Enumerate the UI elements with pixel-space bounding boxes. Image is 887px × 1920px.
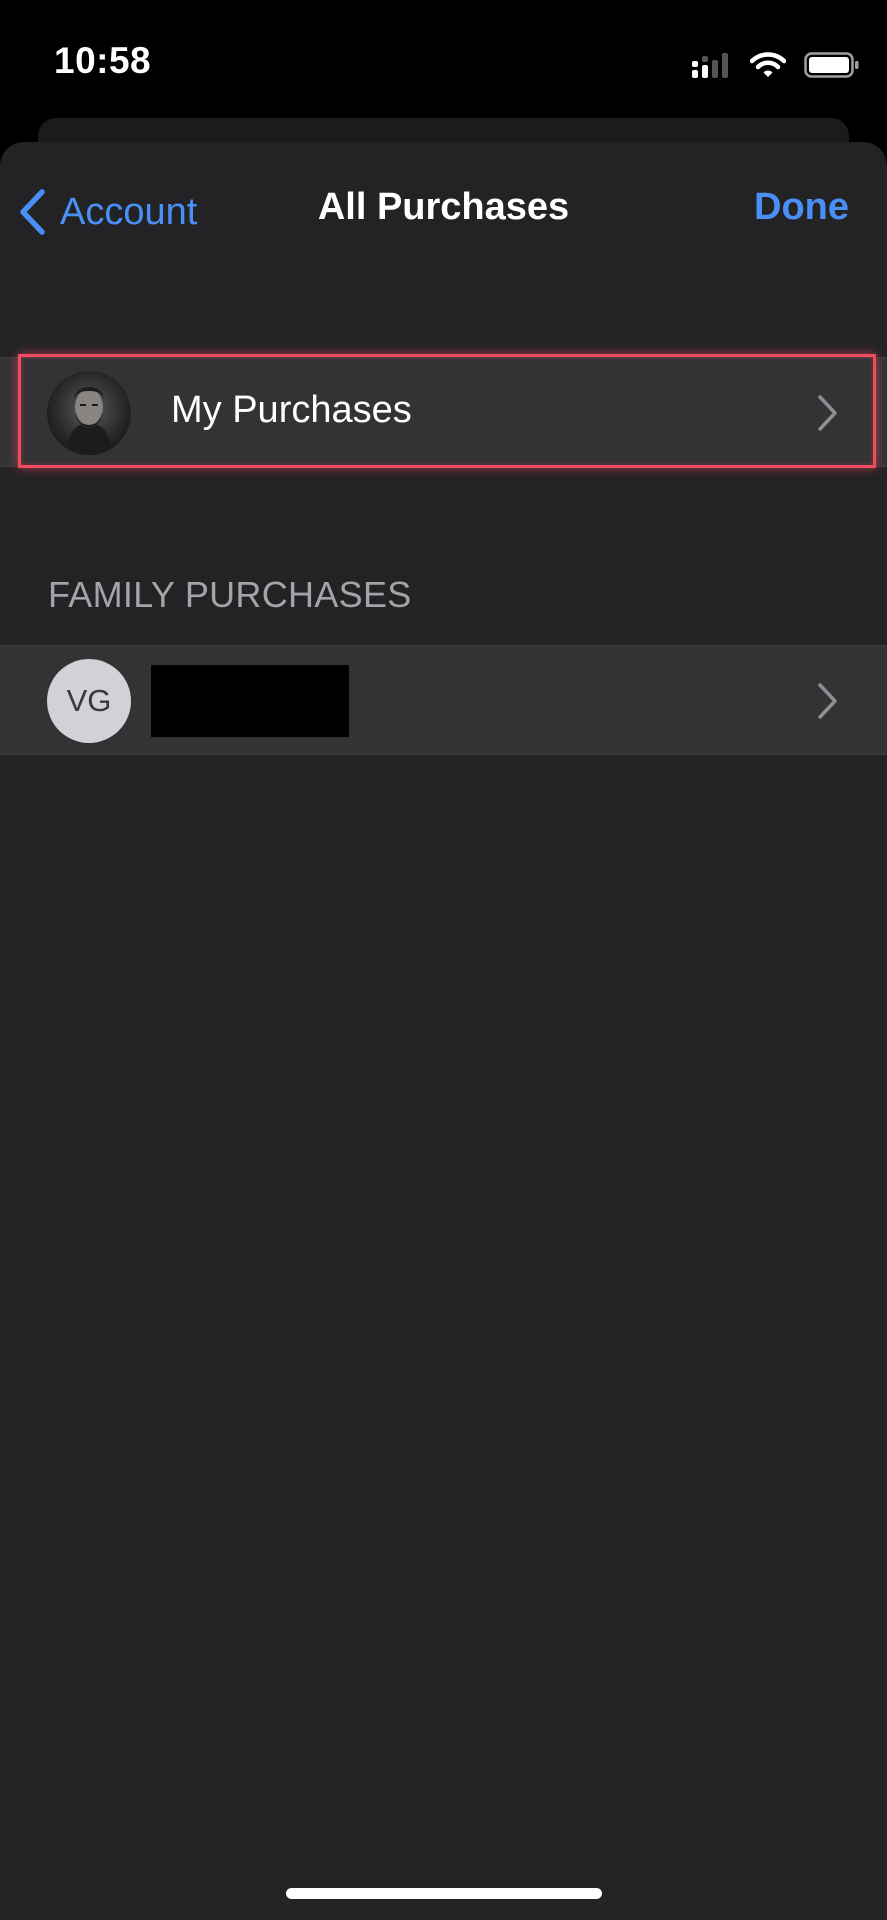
navigation-bar: Account All Purchases Done bbox=[0, 142, 887, 272]
section-header: FAMILY PURCHASES bbox=[48, 574, 412, 615]
chevron-right-icon bbox=[818, 395, 837, 431]
redacted-member-name bbox=[151, 665, 349, 737]
battery-icon bbox=[804, 52, 859, 78]
family-member-row[interactable]: VG bbox=[0, 645, 887, 755]
home-indicator[interactable] bbox=[286, 1888, 602, 1899]
selection-highlight bbox=[18, 354, 876, 468]
cellular-signal-icon bbox=[692, 53, 728, 78]
status-icons bbox=[692, 48, 860, 82]
chevron-right-icon bbox=[818, 683, 837, 719]
status-time: 10:58 bbox=[54, 40, 152, 81]
family-member-avatar: VG bbox=[47, 659, 131, 743]
user-photo-avatar bbox=[47, 371, 131, 455]
status-bar: 10:58 bbox=[0, 0, 887, 120]
user-avatar bbox=[47, 371, 131, 455]
done-button[interactable]: Done bbox=[754, 186, 849, 229]
my-purchases-row[interactable]: My Purchases bbox=[0, 354, 887, 468]
screen: 10:58 Account All Purchases Done My Purc… bbox=[0, 0, 887, 1920]
my-purchases-label: My Purchases bbox=[171, 389, 412, 431]
wifi-icon bbox=[750, 52, 786, 77]
purchases-sheet: Account All Purchases Done My Purchases … bbox=[0, 142, 887, 1920]
